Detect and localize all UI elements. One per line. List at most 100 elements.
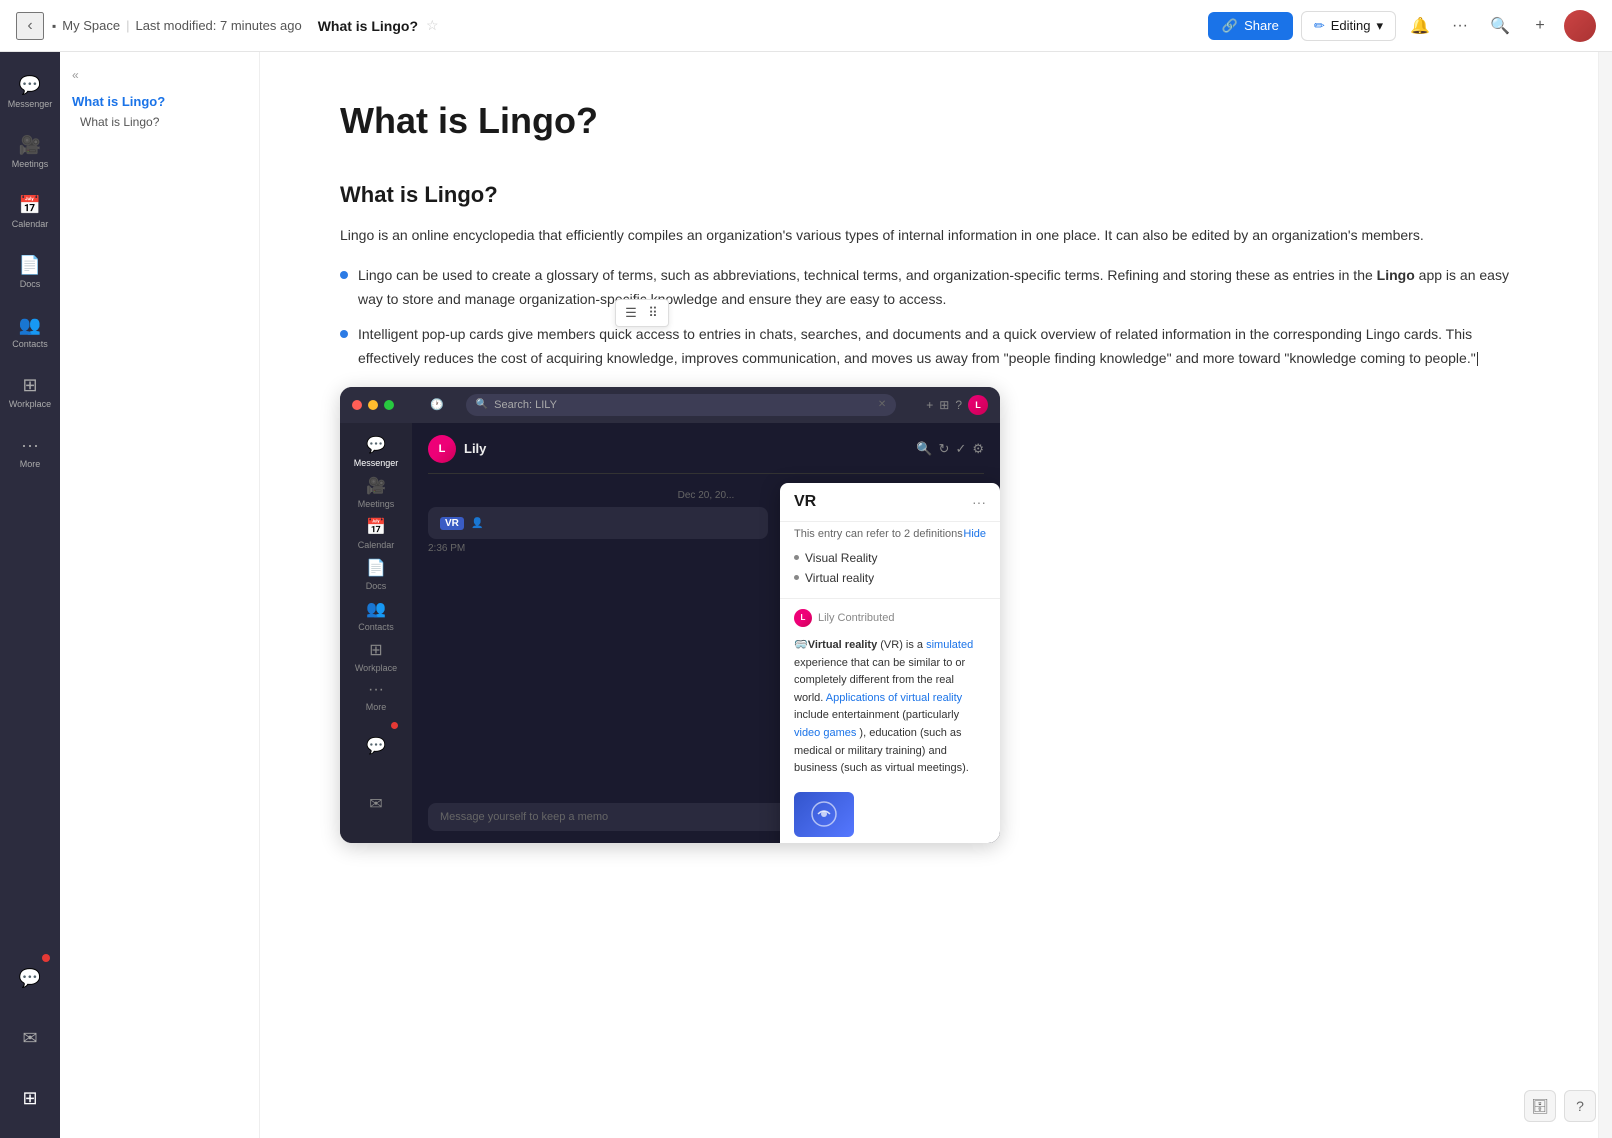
ss-calendar-label: Calendar: [358, 540, 395, 550]
doc-main-title: What is Lingo?: [340, 100, 1518, 142]
refresh-icon[interactable]: ↻: [939, 441, 950, 457]
vr-subtitle: This entry can refer to 2 definitions: [794, 528, 963, 540]
star-icon[interactable]: ☆: [426, 17, 439, 34]
ss-sidebar-bottom: 💬 ✉ ⊞: [348, 720, 404, 843]
vr-link-videogames[interactable]: video games: [794, 727, 856, 739]
mail-icon: ✉: [22, 1028, 37, 1049]
ss-apps[interactable]: ⊞: [348, 836, 404, 843]
vr-link-simulated[interactable]: simulated: [926, 639, 973, 651]
sidebar-item-meetings[interactable]: 🎥 Meetings: [6, 124, 54, 180]
sidebar-item-messenger[interactable]: 💬 Messenger: [6, 64, 54, 120]
ss-meetings-label: Meetings: [358, 499, 395, 509]
bell-icon: 🔔: [1410, 16, 1430, 36]
chat-header-icons: 🔍 ↻ ✓ ⚙: [916, 441, 984, 457]
vr-entry-dot-1: [794, 555, 799, 560]
settings-icon[interactable]: ⚙: [972, 441, 984, 457]
bell-button[interactable]: 🔔: [1404, 10, 1436, 42]
separator: |: [126, 18, 129, 33]
ss-docs-label: Docs: [366, 581, 387, 591]
search-icon: 🔍: [1490, 16, 1510, 36]
toc-title-link[interactable]: What is Lingo?: [72, 94, 247, 109]
vr-entry-label-2: Virtual reality: [805, 571, 874, 585]
sidebar-item-calendar[interactable]: 📅 Calendar: [6, 184, 54, 240]
chat-right-avatar: 👤: [471, 518, 483, 529]
sidebar-item-mail[interactable]: ✉: [6, 1010, 54, 1066]
space-label[interactable]: My Space: [62, 18, 120, 33]
more-icon: ···: [1452, 17, 1468, 35]
ss-contacts[interactable]: 👥 Contacts: [348, 599, 404, 632]
sidebar-item-chat2[interactable]: 💬: [6, 950, 54, 1006]
bullet-dot: [340, 271, 348, 279]
ss-messenger[interactable]: 💬 Messenger: [348, 435, 404, 468]
workplace-label: Workplace: [9, 399, 51, 409]
editing-button[interactable]: ✏ Editing ▾: [1301, 11, 1396, 41]
chat-message-bubble: VR 👤: [428, 507, 768, 540]
sidebar-item-contacts[interactable]: 👥 Contacts: [6, 304, 54, 360]
vr-hide-button[interactable]: Hide: [963, 528, 986, 540]
ss-chat2[interactable]: 💬: [348, 720, 404, 772]
avatar-image: [1564, 10, 1596, 42]
grid-icon[interactable]: ⠿: [643, 303, 663, 323]
right-scrollbar[interactable]: [1598, 52, 1612, 1138]
panel-collapse-button[interactable]: «: [72, 68, 247, 82]
tl-yellow: [368, 400, 378, 410]
vr-emoji: 🥽: [794, 639, 808, 651]
back-button[interactable]: ‹: [16, 12, 44, 40]
vr-contributor-label: Lily Contributed: [818, 612, 894, 624]
topbar-left: ‹ ▪ My Space | Last modified: 7 minutes …: [16, 12, 1208, 40]
ss-workplace[interactable]: ⊞ Workplace: [348, 640, 404, 673]
ss-calendar[interactable]: 📅 Calendar: [348, 517, 404, 550]
sidebar-item-docs[interactable]: 📄 Docs: [6, 244, 54, 300]
screenshot-search-bar[interactable]: 🔍 Search: LILY ✕: [466, 394, 897, 416]
ss-meetings-icon: 🎥: [366, 476, 386, 496]
screenshot-share-icon[interactable]: ⊞: [939, 398, 949, 412]
breadcrumb: ▪ My Space | Last modified: 7 minutes ag…: [52, 18, 302, 33]
sidebar-item-apps[interactable]: ⊞: [6, 1070, 54, 1126]
apps-icon: ⊞: [22, 1088, 37, 1109]
search-button[interactable]: 🔍: [1484, 10, 1516, 42]
vr-menu-icon[interactable]: ···: [972, 494, 986, 510]
collapse-icon: «: [72, 68, 79, 82]
search-chat-icon[interactable]: 🔍: [916, 441, 932, 457]
ss-contacts-label: Contacts: [358, 622, 394, 632]
vr-popup-title: VR: [794, 493, 816, 511]
main-content: What is Lingo? What is Lingo? Lingo is a…: [260, 52, 1598, 1138]
contacts-icon: 👥: [19, 315, 41, 336]
more-button[interactable]: ···: [1444, 10, 1476, 42]
screenshot-search-text: Search: LILY: [494, 399, 557, 411]
ss-mail[interactable]: ✉: [348, 778, 404, 830]
ss-docs-icon: 📄: [366, 558, 386, 578]
ss-meetings[interactable]: 🎥 Meetings: [348, 476, 404, 509]
history-icon[interactable]: 🕐: [430, 398, 444, 411]
screenshot-search-icon: 🔍: [476, 399, 488, 410]
ss-docs[interactable]: 📄 Docs: [348, 558, 404, 591]
screenshot-help-icon[interactable]: ?: [955, 398, 962, 412]
vr-entries: Visual Reality Virtual reality: [780, 544, 1000, 592]
sidebar-item-workplace[interactable]: ⊞ Workplace: [6, 364, 54, 420]
search-clear-icon[interactable]: ✕: [878, 399, 886, 410]
vr-body-text3: include entertainment (particularly: [794, 709, 959, 721]
vr-link-applications[interactable]: Applications of virtual reality: [826, 692, 962, 704]
share-button[interactable]: 🔗 Share: [1208, 12, 1293, 40]
plus-button[interactable]: +: [1524, 10, 1556, 42]
messenger-label: Messenger: [8, 99, 53, 109]
docs-label: Docs: [20, 279, 41, 289]
left-panel: « What is Lingo? What is Lingo?: [60, 52, 260, 1138]
screenshot-topbar: 🕐 🔍 Search: LILY ✕ + ⊞ ? L: [340, 387, 1000, 423]
screenshot-plus-icon[interactable]: +: [926, 398, 933, 412]
screenshot-avatar[interactable]: L: [968, 395, 988, 415]
chat-message-vr-tag: VR: [440, 517, 464, 530]
db-icon-button[interactable]: 🗄: [1524, 1090, 1556, 1122]
ss-messenger-label: Messenger: [354, 458, 399, 468]
list-icon[interactable]: ☰: [621, 303, 641, 323]
help-icon-button[interactable]: ?: [1564, 1090, 1596, 1122]
ss-contacts-icon: 👥: [366, 599, 386, 619]
toc-sub-link[interactable]: What is Lingo?: [72, 113, 247, 131]
ss-more[interactable]: ··· More: [348, 681, 404, 712]
intro-paragraph: Lingo is an online encyclopedia that eff…: [340, 224, 1518, 248]
check-icon[interactable]: ✓: [955, 441, 966, 457]
vr-entry-label-1: Visual Reality: [805, 551, 877, 565]
avatar[interactable]: [1564, 10, 1596, 42]
vr-popup-body: 🥽Virtual reality (VR) is a simulated exp…: [780, 631, 1000, 786]
sidebar-item-more[interactable]: ··· More: [6, 424, 54, 480]
